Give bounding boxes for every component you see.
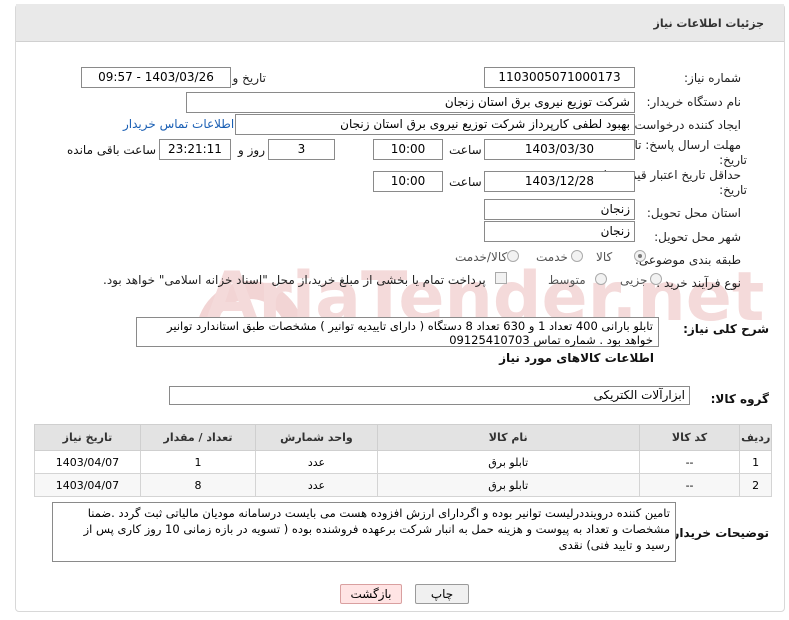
goods-group-label: گروه کالا: xyxy=(710,392,769,406)
province-field: زنجان xyxy=(484,199,635,220)
col-name: نام کالا xyxy=(376,424,640,451)
cell-qty: 1 xyxy=(139,450,257,474)
buyer-notes-field: تامین کننده دروینددرلیست توانیر بوده و ا… xyxy=(52,502,676,562)
cell-qty: 8 xyxy=(139,473,257,497)
need-number-field: 1103005071000173 xyxy=(484,67,635,88)
need-number-label: شماره نیاز: xyxy=(684,71,741,85)
table-row: 1 -- تابلو برق عدد 1 1403/04/07 xyxy=(34,450,772,474)
cell-name: تابلو برق xyxy=(376,473,640,497)
category-radio-service[interactable] xyxy=(571,250,583,262)
col-row: ردیف xyxy=(739,424,772,451)
validity-date-field: 1403/12/28 xyxy=(484,171,635,192)
validity-time-field: 10:00 xyxy=(373,171,443,192)
back-button[interactable]: بازگشت xyxy=(340,584,402,604)
deadline-label-date: تاریخ: xyxy=(719,153,747,167)
cell-unit: عدد xyxy=(255,450,378,474)
city-label: شهر محل تحویل: xyxy=(654,230,741,244)
creator-field: بهبود لطفی کارپرداز شرکت توزیع نیروی برق… xyxy=(235,114,635,135)
deadline-time-field: 10:00 xyxy=(373,139,443,160)
creator-label: ایجاد کننده درخواست: xyxy=(630,118,741,132)
province-label: استان محل تحویل: xyxy=(646,206,741,220)
category-option-goods: کالا xyxy=(596,250,613,264)
buyer-org-label: نام دستگاه خریدار: xyxy=(646,95,742,109)
table-header-row: ردیف کد کالا نام کالا واحد شمارش تعداد /… xyxy=(34,424,772,451)
validity-time-label: ساعت xyxy=(449,175,482,189)
print-button[interactable]: چاپ xyxy=(415,584,469,604)
category-radio-goods-service[interactable] xyxy=(507,250,519,262)
deadline-time-label: ساعت xyxy=(449,143,482,157)
page-header: جزئیات اطلاعات نیاز xyxy=(16,4,784,42)
cell-row: 1 xyxy=(739,450,772,474)
cell-unit: عدد xyxy=(255,473,378,497)
cell-code: -- xyxy=(638,473,741,497)
announce-datetime-field: 1403/03/26 - 09:57 xyxy=(81,67,231,88)
category-label: طبقه بندی موضوعی: xyxy=(634,253,741,267)
page-title: جزئیات اطلاعات نیاز xyxy=(653,17,765,30)
category-option-service: خدمت xyxy=(536,250,568,264)
process-radio-medium[interactable] xyxy=(595,273,607,285)
treasury-checkbox[interactable] xyxy=(495,272,507,284)
days-label: روز و xyxy=(238,143,265,157)
city-field: زنجان xyxy=(484,221,635,242)
deadline-date-field: 1403/03/30 xyxy=(484,139,635,160)
description-label: شرح کلی نیاز: xyxy=(683,322,769,336)
process-option-minor: جزیی xyxy=(620,273,648,287)
category-radio-goods[interactable] xyxy=(634,250,646,262)
col-date: تاریخ نیاز xyxy=(34,424,141,451)
buyer-contact-link[interactable]: اطلاعات تماس خریدار xyxy=(123,117,234,131)
days-remaining-field: 3 xyxy=(268,139,335,160)
cell-row: 2 xyxy=(739,473,772,497)
cell-date: 1403/04/07 xyxy=(34,473,141,497)
description-field: تابلو بارانی 400 تعداد 1 و 630 تعداد 8 د… xyxy=(136,317,659,347)
category-option-goods-service: کالا/خدمت xyxy=(455,250,508,264)
goods-section-title: اطلاعات کالاهای مورد نیاز xyxy=(499,351,654,365)
process-radio-minor[interactable] xyxy=(650,273,662,285)
remaining-label: ساعت باقی مانده xyxy=(67,143,157,157)
process-option-medium: متوسط xyxy=(548,273,586,287)
validity-label-date: تاریخ: xyxy=(719,183,747,197)
cell-date: 1403/04/07 xyxy=(34,450,141,474)
deadline-label: مهلت ارسال پاسخ: تا xyxy=(634,138,741,152)
process-label: نوع فرآیند خرید : xyxy=(656,276,741,290)
payment-note: پرداخت تمام یا بخشی از مبلغ خرید،از محل … xyxy=(103,273,486,287)
goods-group-field: ابزارآلات الکتریکی xyxy=(169,386,690,405)
buyer-notes-label: توضیحات خریدار: xyxy=(667,526,769,540)
col-unit: واحد شمارش xyxy=(255,424,378,451)
col-qty: تعداد / مقدار xyxy=(139,424,257,451)
goods-table: ردیف کد کالا نام کالا واحد شمارش تعداد /… xyxy=(34,424,772,497)
cell-name: تابلو برق xyxy=(376,450,640,474)
col-code: کد کالا xyxy=(638,424,741,451)
remaining-time-field: 23:21:11 xyxy=(159,139,231,160)
table-row: 2 -- تابلو برق عدد 8 1403/04/07 xyxy=(34,473,772,497)
buyer-org-field: شرکت توزیع نیروی برق استان زنجان xyxy=(186,92,635,113)
cell-code: -- xyxy=(638,450,741,474)
